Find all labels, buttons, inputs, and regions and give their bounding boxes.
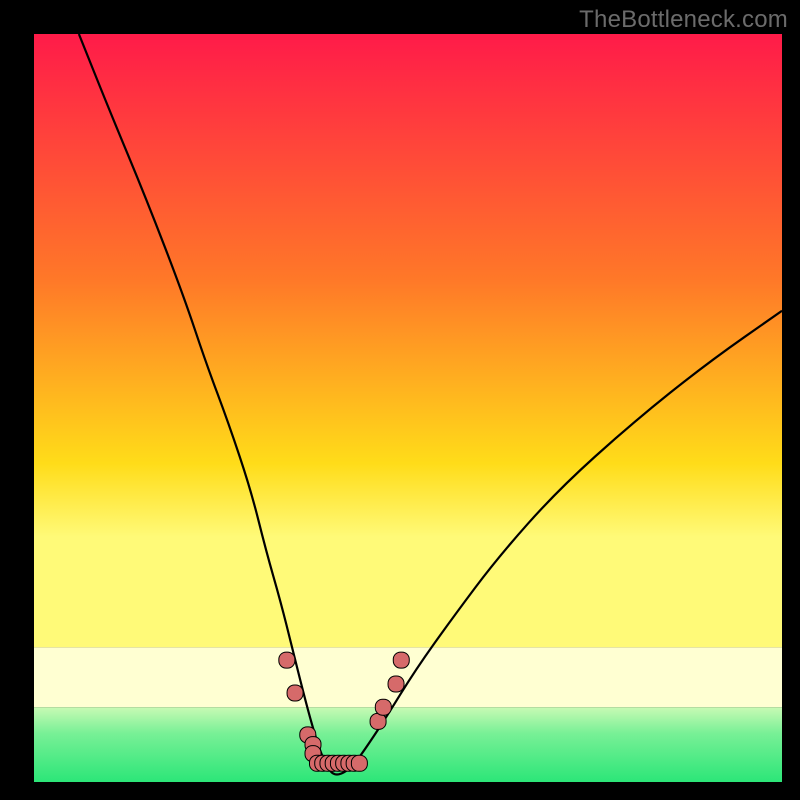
marker (388, 676, 404, 692)
marker (393, 652, 409, 668)
chart-svg (34, 34, 782, 782)
marker (287, 685, 303, 701)
marker (351, 755, 367, 771)
marker (370, 713, 386, 729)
chart-frame: TheBottleneck.com (0, 0, 800, 800)
marker (375, 699, 391, 715)
marker (279, 652, 295, 668)
color-bands (34, 647, 782, 782)
background-gradient (34, 34, 782, 647)
attribution-watermark: TheBottleneck.com (579, 6, 788, 34)
plot-area (34, 34, 782, 782)
